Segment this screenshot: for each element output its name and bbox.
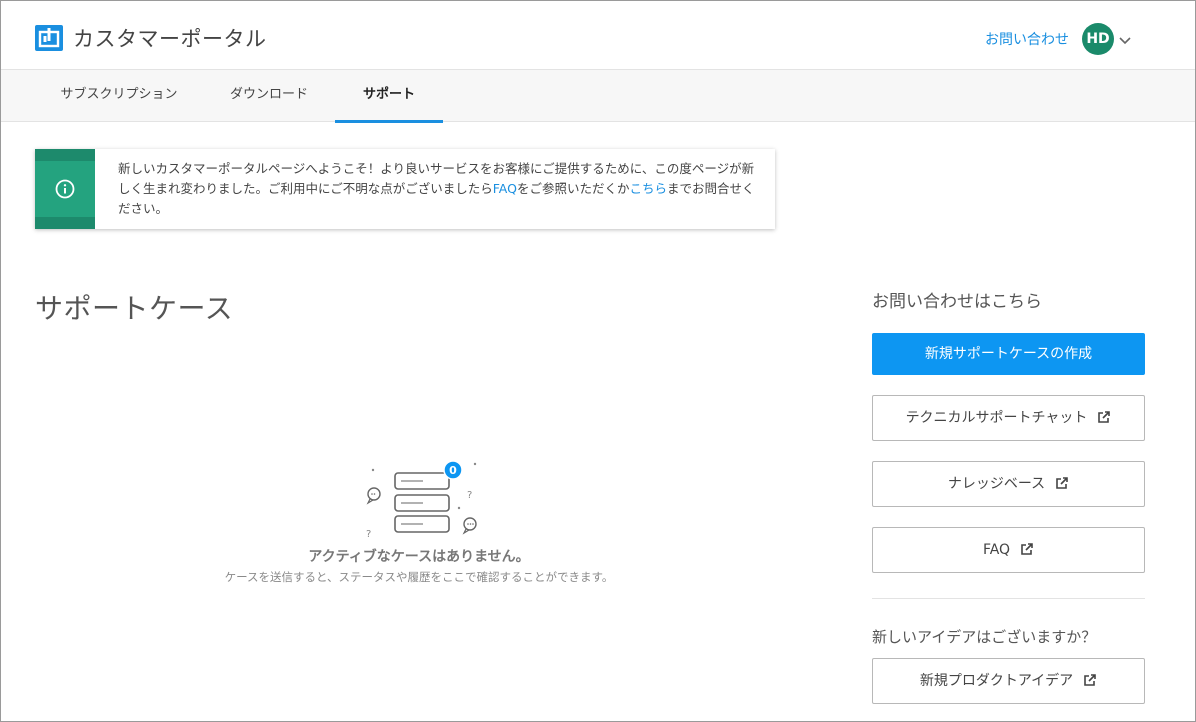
header: カスタマーポータル お問い合わせ HD — [1, 1, 1195, 70]
notice-text: 新しいカスタマーポータルページへようこそ！より良いサービスをお客様にご提供するた… — [118, 161, 755, 216]
question-icon: ? — [467, 490, 472, 501]
page-frame: カスタマーポータル お問い合わせ HD サブスクリプション ダウンロード サポー… — [0, 0, 1196, 722]
notice-side — [35, 149, 95, 229]
tab-bar: サブスクリプション ダウンロード サポート — [1, 70, 1195, 123]
welcome-notice: 新しいカスタマーポータルページへようこそ！より良いサービスをお客様にご提供するた… — [35, 149, 775, 229]
tab-support[interactable]: サポート — [335, 70, 443, 123]
external-link-icon — [1098, 410, 1111, 423]
tab-download[interactable]: ダウンロード — [215, 70, 323, 122]
faq-button[interactable]: FAQ — [872, 527, 1145, 573]
empty-state-title: アクティブなケースはありません。 — [308, 549, 530, 565]
logo-icon[interactable] — [35, 25, 63, 51]
case-count: 0 — [449, 464, 457, 477]
contact-section-title: お問い合わせはこちら — [872, 292, 1042, 312]
sidebar-divider — [872, 598, 1145, 599]
here-link[interactable]: こちら — [630, 181, 668, 196]
external-link-icon — [1056, 476, 1068, 489]
contact-link[interactable]: お問い合わせ — [985, 29, 1069, 49]
page-title: サポートケース — [35, 292, 234, 325]
chat-bubble-icon — [366, 487, 381, 505]
faq-link[interactable]: FAQ — [493, 181, 517, 196]
new-product-idea-button[interactable]: 新規プロダクトアイデア — [872, 658, 1145, 704]
idea-section-title: 新しいアイデアはございますか？ — [872, 628, 1097, 646]
new-support-case-button[interactable]: 新規サポートケースの作成 — [872, 333, 1145, 375]
chat-bubble-icon — [462, 517, 477, 535]
app-title: カスタマーポータル — [73, 27, 267, 51]
empty-state-subtitle: ケースを送信すると、ステータスや履歴をここで確認することができます。 — [224, 570, 614, 584]
tab-subscription[interactable]: サブスクリプション — [45, 70, 193, 122]
chevron-down-icon[interactable] — [1118, 31, 1132, 45]
question-icon: ? — [366, 529, 371, 540]
tech-support-chat-button[interactable]: テクニカルサポートチャット — [872, 395, 1145, 441]
info-icon — [55, 179, 75, 199]
avatar[interactable]: HD — [1082, 23, 1114, 55]
external-link-icon — [1084, 673, 1096, 686]
knowledge-base-button[interactable]: ナレッジベース — [872, 461, 1145, 507]
external-link-icon — [1021, 542, 1033, 555]
empty-cases-illustration: ? ? 0 — [366, 460, 477, 540]
